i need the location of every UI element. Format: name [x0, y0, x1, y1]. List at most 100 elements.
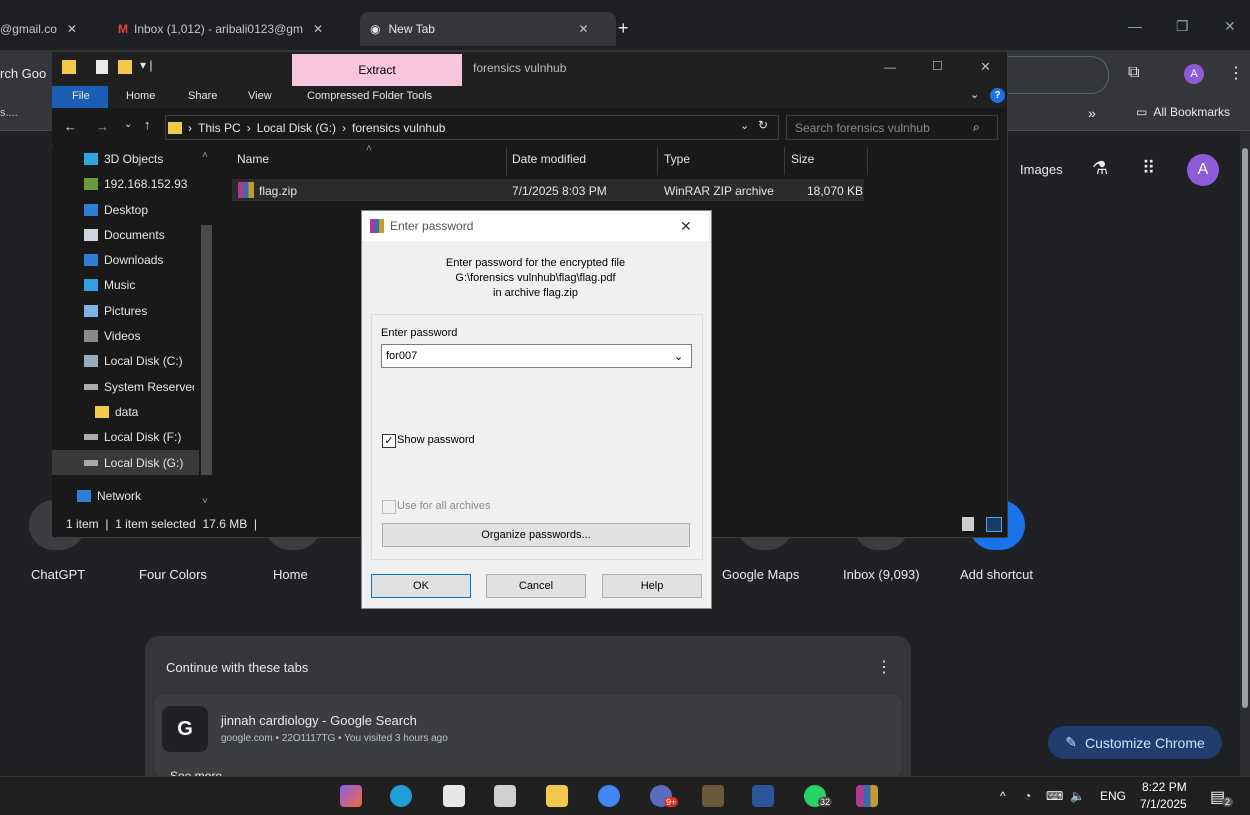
bookmarks-overflow[interactable]: » [1088, 105, 1096, 121]
new-folder-icon[interactable] [118, 60, 132, 74]
search-icon[interactable]: ⌕ [973, 120, 980, 135]
page-scroll-thumb[interactable] [1242, 148, 1248, 708]
ribbon-view[interactable]: View [248, 90, 272, 102]
continue-item-title[interactable]: jinnah cardiology - Google Search [221, 713, 417, 728]
col-name[interactable]: Name [237, 152, 269, 166]
show-password-checkbox[interactable]: ✓ [382, 434, 396, 448]
minimize-icon[interactable]: — [1128, 18, 1142, 34]
language-indicator[interactable]: ENG [1100, 789, 1126, 803]
chrome-icon[interactable] [598, 785, 620, 807]
tab-gmail[interactable]: @gmail.co ✕ [0, 12, 100, 46]
shortcut-home[interactable]: Home [273, 567, 308, 582]
all-bookmarks[interactable]: ▭ All Bookmarks [1136, 105, 1230, 119]
nav-desktop[interactable]: Desktop [84, 203, 148, 217]
explorer-minimize-icon[interactable]: — [884, 60, 896, 74]
keyboard-icon[interactable]: ⌨ [1046, 789, 1063, 803]
breadcrumb-forensics[interactable]: forensics vulnhub [352, 121, 445, 135]
close-icon[interactable]: ✕ [578, 22, 588, 36]
nav-videos[interactable]: Videos [84, 329, 140, 343]
close-icon[interactable]: ✕ [67, 22, 77, 36]
wifi-icon[interactable]: ◔ [1024, 789, 1031, 803]
see-more-link[interactable]: See more [170, 769, 222, 776]
back-icon[interactable]: ← [64, 119, 77, 134]
ribbon-compressed-tools[interactable]: Compressed Folder Tools [307, 90, 432, 102]
explorer-close-icon[interactable]: ✕ [980, 59, 991, 75]
chevron-down-icon[interactable]: ⌄ [674, 350, 683, 363]
shortcut-google-maps[interactable]: Google Maps [722, 567, 799, 582]
new-tab-button[interactable]: + [618, 18, 629, 39]
ribbon-share[interactable]: Share [188, 90, 217, 102]
col-date[interactable]: Date modified [512, 152, 586, 166]
use-all-archives-checkbox[interactable] [382, 500, 396, 514]
clock-date[interactable]: 7/1/2025 [1140, 797, 1187, 811]
explorer-maximize-icon[interactable]: ☐ [932, 59, 943, 73]
close-window-icon[interactable]: ✕ [1224, 18, 1236, 35]
organize-passwords-button[interactable]: Organize passwords... [382, 523, 690, 547]
tab-new-tab[interactable]: ◉ New Tab ✕ [360, 12, 616, 46]
word-icon[interactable] [752, 785, 774, 807]
labs-icon[interactable]: ⚗ [1092, 158, 1108, 179]
winrar-taskbar-icon[interactable] [856, 785, 878, 807]
file-explorer-icon[interactable] [546, 785, 568, 807]
nav-system-reserved[interactable]: System Reservec [84, 380, 194, 394]
qat-dropdown-icon[interactable]: ▾ | [140, 58, 152, 72]
address-dropdown-icon[interactable]: ⌄ [740, 119, 749, 132]
large-icons-view-icon[interactable] [986, 517, 1002, 532]
extract-tab[interactable]: Extract [292, 54, 462, 86]
nav-data[interactable]: data [95, 405, 138, 419]
shortcut-four-colors[interactable]: Four Colors [139, 567, 207, 582]
nav-pictures[interactable]: Pictures [84, 304, 147, 318]
breadcrumb-this-pc[interactable]: This PC [198, 121, 241, 135]
store-icon[interactable] [443, 785, 465, 807]
menu-icon[interactable]: ⋮ [1228, 63, 1244, 83]
restore-icon[interactable]: ❐ [1176, 18, 1189, 35]
dialog-close-icon[interactable]: ✕ [680, 218, 692, 235]
account-avatar[interactable]: A [1187, 154, 1219, 186]
nav-local-disk-c[interactable]: Local Disk (C:) [84, 354, 183, 368]
close-icon[interactable]: ✕ [313, 22, 323, 36]
file-name[interactable]: flag.zip [259, 184, 297, 198]
up-icon[interactable]: ↑ [144, 117, 151, 132]
show-password-label[interactable]: Show password [397, 434, 475, 446]
breadcrumb-local-disk-g[interactable]: Local Disk (G:) [257, 121, 336, 135]
nav-network-share[interactable]: 192.168.152.93 [84, 177, 187, 191]
customize-chrome-button[interactable]: ✎ Customize Chrome [1048, 726, 1222, 759]
ok-button[interactable]: OK [371, 574, 471, 598]
images-link[interactable]: Images [1020, 162, 1063, 177]
omnibox[interactable]: rch Goo [0, 66, 46, 81]
virtualbox-icon[interactable] [494, 785, 516, 807]
clock-time[interactable]: 8:22 PM [1142, 780, 1187, 794]
nav-scroll-thumb[interactable] [201, 225, 212, 475]
copilot-icon[interactable] [340, 785, 362, 807]
recent-dropdown-icon[interactable]: ⌄ [124, 119, 132, 130]
profile-avatar[interactable]: A [1184, 64, 1204, 84]
help-icon[interactable]: ? [990, 88, 1005, 103]
card-menu-icon[interactable]: ⋮ [876, 657, 892, 677]
shortcut-chatgpt[interactable]: ChatGPT [31, 567, 85, 582]
ribbon-expand-icon[interactable]: ⌄ [970, 88, 979, 101]
bookmark-fragment[interactable]: s.... [0, 107, 18, 119]
nav-local-disk-g[interactable]: Local Disk (G:) [84, 456, 183, 470]
nav-documents[interactable]: Documents [84, 228, 165, 242]
help-button[interactable]: Help [602, 574, 702, 598]
tab-inbox[interactable]: M Inbox (1,012) - aribali0123@gm ✕ [118, 12, 348, 46]
address-bar[interactable]: › This PC › Local Disk (G:) › forensics … [165, 115, 779, 140]
edge-icon[interactable] [390, 785, 412, 807]
shortcut-add[interactable]: Add shortcut [960, 567, 1033, 582]
app-icon[interactable] [702, 785, 724, 807]
nav-scroll-up-icon[interactable]: ˄ [202, 150, 208, 161]
col-type[interactable]: Type [664, 152, 690, 166]
shortcut-inbox[interactable]: Inbox (9,093) [843, 567, 920, 582]
col-size[interactable]: Size [791, 152, 814, 166]
nav-3d-objects[interactable]: 3D Objects [84, 152, 163, 166]
nav-downloads[interactable]: Downloads [84, 253, 163, 267]
forward-icon[interactable]: → [96, 119, 109, 134]
volume-icon[interactable]: 🔈 [1070, 789, 1085, 803]
tray-overflow-icon[interactable]: ^ [1000, 789, 1006, 803]
properties-icon[interactable] [96, 60, 108, 74]
details-view-icon[interactable] [962, 517, 974, 531]
password-input[interactable]: for007 ⌄ [381, 344, 692, 368]
nav-scroll-down-icon[interactable]: ˅ [202, 496, 208, 507]
extensions-icon[interactable]: ⧉ [1128, 64, 1139, 82]
ribbon-home[interactable]: Home [126, 90, 155, 102]
